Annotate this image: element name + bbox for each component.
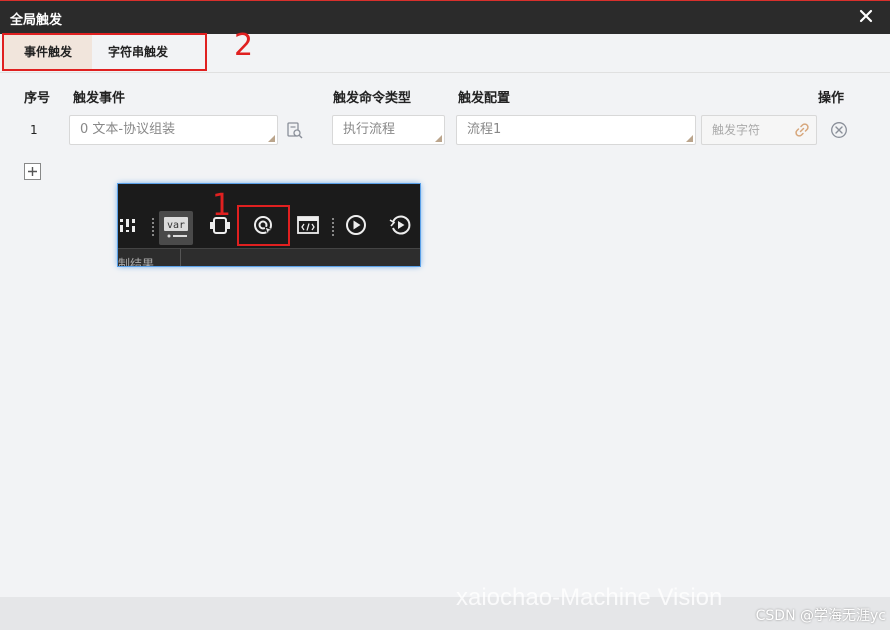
mixer-icon[interactable]: [118, 214, 140, 236]
event-select[interactable]: 0 文本-协议组装: [69, 115, 278, 145]
toolbar-separator: [332, 218, 334, 236]
row-index: 1: [30, 123, 38, 137]
header-cmd-type: 触发命令类型: [333, 91, 412, 106]
close-icon[interactable]: [856, 6, 876, 26]
variable-icon: var: [164, 217, 188, 238]
title-bar: 全局触发: [0, 0, 890, 34]
watermark-text: xaiochao-Machine Vision: [456, 584, 723, 611]
search-document-icon[interactable]: [286, 121, 304, 139]
annotation-box-toolbar: [237, 205, 290, 246]
run-once-icon[interactable]: [345, 214, 367, 236]
inset-column-divider: [180, 249, 181, 266]
header-action: 操作: [818, 91, 845, 106]
csdn-watermark: CSDN @学海无涯yc: [755, 608, 886, 624]
add-row-button[interactable]: [24, 163, 41, 180]
svg-text:var: var: [167, 220, 185, 231]
run-continuous-icon[interactable]: [389, 214, 411, 236]
config-value: 流程1: [467, 122, 502, 137]
header-event: 触发事件: [73, 91, 126, 106]
header-config: 触发配置: [458, 91, 511, 106]
annotation-box-tabs: [2, 33, 207, 71]
trigger-string-input[interactable]: 触发字符: [701, 115, 817, 145]
dropdown-grip-icon: [268, 135, 275, 142]
cmd-type-select[interactable]: 执行流程: [332, 115, 445, 145]
cmd-type-value: 执行流程: [343, 122, 396, 137]
delete-row-icon[interactable]: [830, 121, 848, 139]
window-title: 全局触发: [10, 13, 63, 28]
header-index: 序号: [24, 91, 51, 106]
annotation-label-2: 2: [234, 28, 254, 63]
trigger-string-placeholder: 触发字符: [712, 123, 761, 137]
dropdown-grip-icon: [435, 135, 442, 142]
inset-lower-bar: 制结果: [118, 248, 420, 266]
script-window-icon[interactable]: [297, 214, 319, 236]
annotation-label-1: 1: [212, 188, 232, 223]
link-icon[interactable]: [794, 122, 810, 138]
inset-partial-text: 制结果: [118, 257, 155, 266]
dropdown-grip-icon: [686, 135, 693, 142]
toolbar-separator: [152, 218, 154, 236]
variable-button[interactable]: var: [159, 211, 193, 245]
config-select[interactable]: 流程1: [456, 115, 696, 145]
plus-icon: [28, 167, 37, 176]
event-select-value: 0 文本-协议组装: [80, 122, 176, 137]
